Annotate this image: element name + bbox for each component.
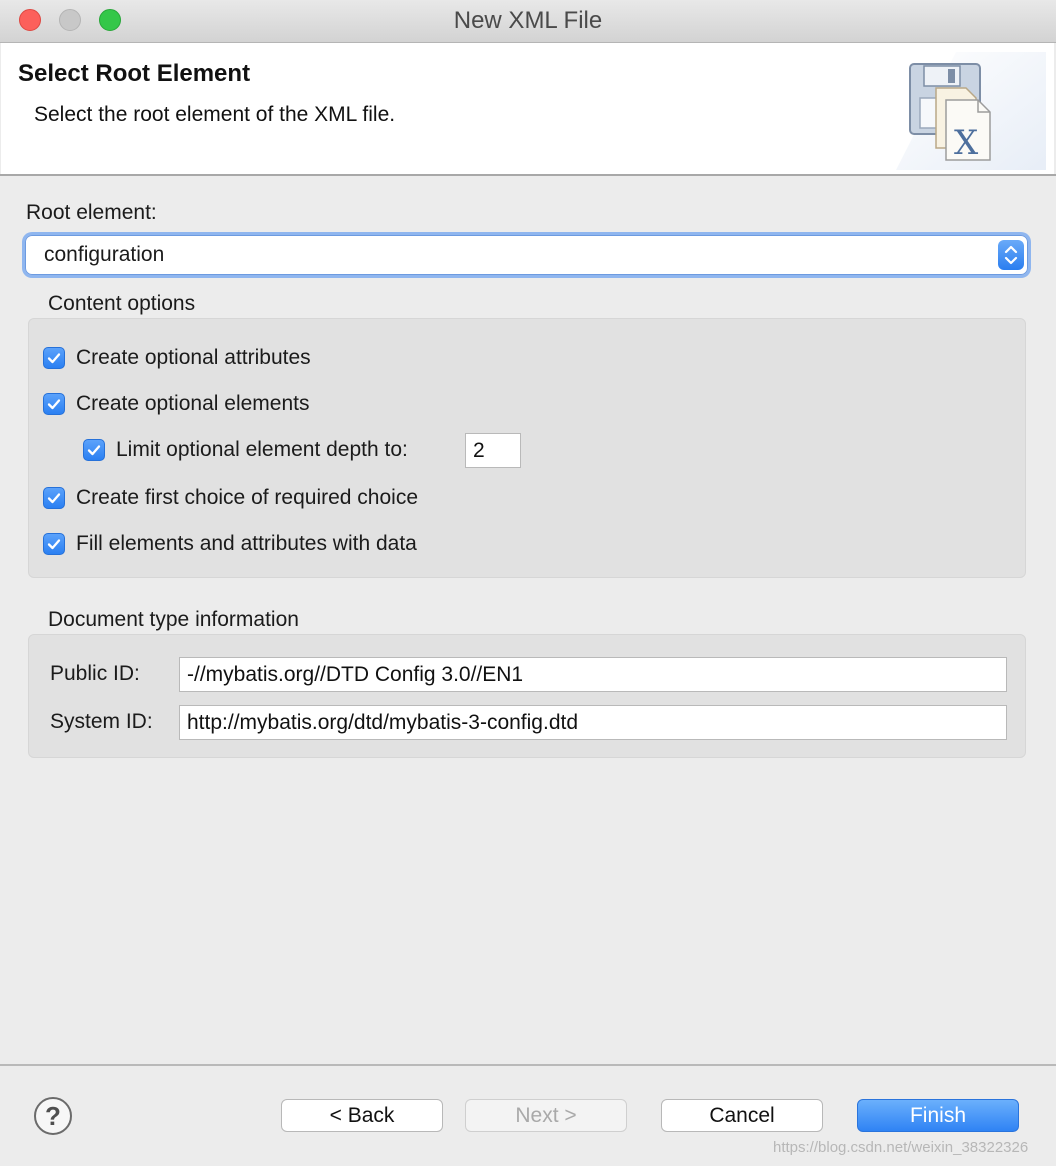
page-title: Select Root Element [18,60,251,87]
root-element-select[interactable]: configuration [25,235,1028,275]
checkmark-icon [47,493,61,504]
cancel-button[interactable]: Cancel [661,1099,823,1132]
chevron-up-down-icon[interactable] [998,240,1024,270]
public-id-label: Public ID: [50,662,140,685]
create-first-choice-label[interactable]: Create first choice of required choice [76,486,418,510]
help-button[interactable]: ? [34,1097,72,1135]
svg-text:X: X [954,123,979,163]
checkmark-icon [47,539,61,550]
title-bar: New XML File [0,0,1056,43]
system-id-label: System ID: [50,710,153,733]
watermark-text: https://blog.csdn.net/weixin_38322326 [773,1139,1029,1156]
page-description: Select the root element of the XML file. [34,103,396,126]
checkmark-icon [47,353,61,364]
limit-depth-checkbox[interactable] [83,439,105,461]
back-button[interactable]: < Back [281,1099,443,1132]
system-id-field[interactable]: http://mybatis.org/dtd/mybatis-3-config.… [179,705,1007,740]
xml-file-wizard-icon: X [896,52,1046,170]
create-optional-attributes-checkbox[interactable] [43,347,65,369]
fill-with-data-checkbox[interactable] [43,533,65,555]
fill-with-data-label[interactable]: Fill elements and attributes with data [76,532,417,556]
content-options-legend: Content options [48,292,196,315]
create-optional-elements-label[interactable]: Create optional elements [76,392,309,416]
root-element-label: Root element: [26,201,157,224]
button-bar-separator [0,1064,1056,1066]
next-button: Next > [465,1099,627,1132]
depth-input[interactable]: 2 [465,433,521,468]
window-title: New XML File [453,7,603,34]
header-separator [0,174,1056,176]
create-optional-elements-checkbox[interactable] [43,393,65,415]
limit-depth-label[interactable]: Limit optional element depth to: [116,438,408,462]
root-element-selected-value: configuration [44,243,165,266]
checkmark-icon [87,445,101,456]
finish-button[interactable]: Finish [857,1099,1019,1132]
public-id-field[interactable]: -//mybatis.org//DTD Config 3.0//EN1 [179,657,1007,692]
checkmark-icon [47,399,61,410]
create-optional-attributes-label[interactable]: Create optional attributes [76,346,311,370]
doctype-legend: Document type information [48,608,299,631]
create-first-choice-checkbox[interactable] [43,487,65,509]
